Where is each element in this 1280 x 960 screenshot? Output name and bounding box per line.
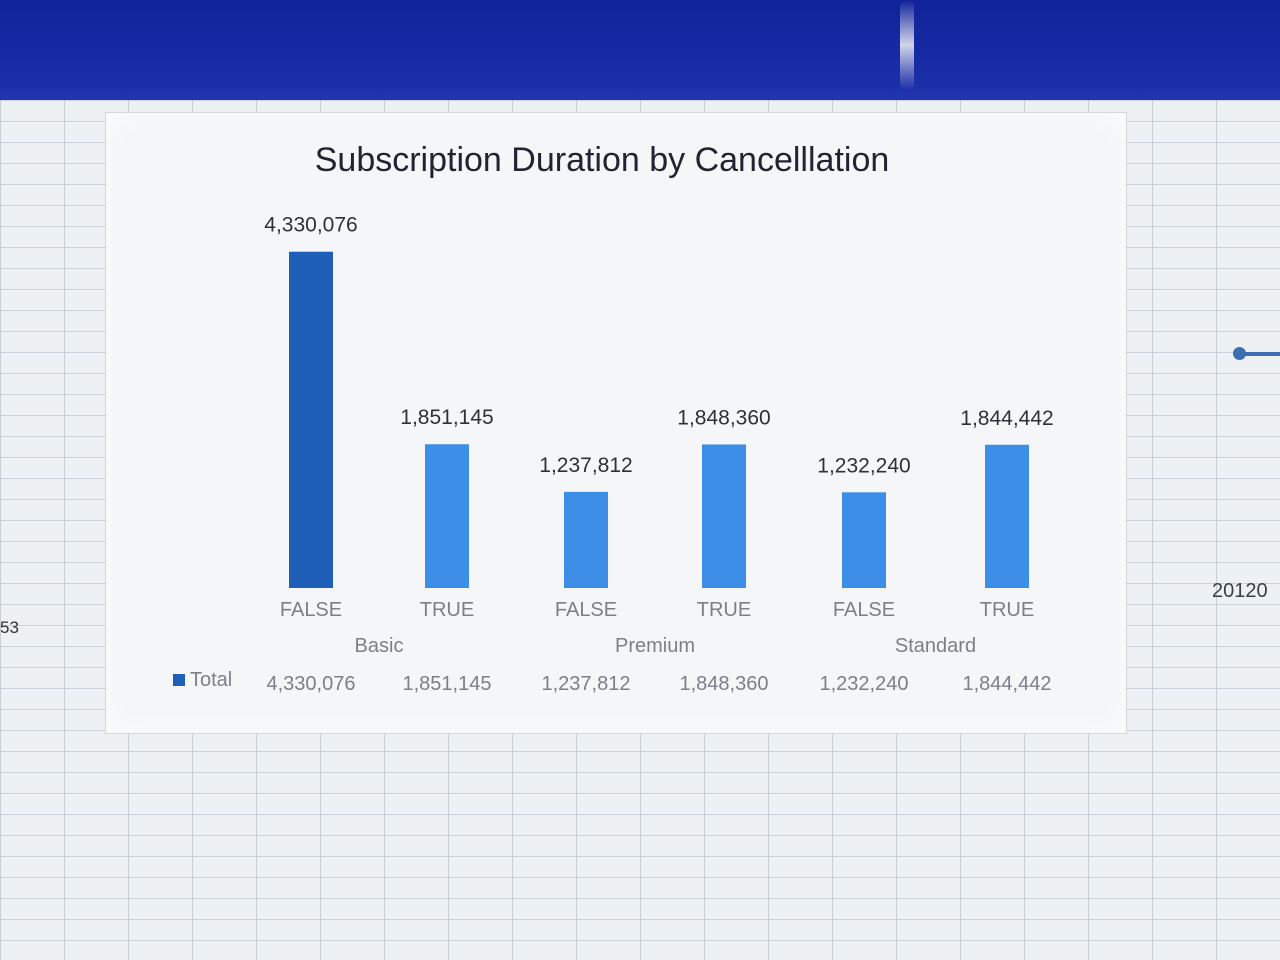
chart-area[interactable]: Subscription Duration by Cancelllation 4… (105, 112, 1127, 734)
bar-0[interactable] (289, 251, 333, 588)
row-number: 53 (0, 618, 19, 637)
legend-key (173, 674, 185, 686)
category-label-5: TRUE (980, 599, 1034, 621)
category-label-1: TRUE (420, 599, 474, 621)
group-labels-group: Basic Premium Standard (355, 635, 977, 657)
bar-chart: Subscription Duration by Cancelllation 4… (173, 141, 1054, 695)
bar-4[interactable] (842, 492, 886, 588)
data-table-value-1: 1,851,145 (403, 673, 492, 695)
data-label-2: 1,237,812 (539, 454, 632, 477)
chart-title: Subscription Duration by Cancelllation (315, 141, 890, 179)
cell-value[interactable]: 20120 (1212, 580, 1268, 603)
category-label-2: FALSE (555, 599, 617, 621)
data-label-0: 4,330,076 (264, 214, 357, 237)
category-label-4: FALSE (833, 599, 895, 621)
data-table-value-5: 1,844,442 (963, 673, 1052, 695)
bar-1[interactable] (425, 444, 469, 588)
bar-2[interactable] (564, 491, 608, 588)
bar-3[interactable] (702, 444, 746, 588)
data-label-1: 1,851,145 (400, 406, 493, 429)
data-label-5: 1,844,442 (960, 407, 1053, 430)
group-label-2: Standard (895, 635, 976, 657)
data-table-value-4: 1,232,240 (820, 673, 909, 695)
adjacent-chart-marker (1233, 347, 1246, 360)
legend-label: Total (190, 669, 232, 691)
category-label-0: FALSE (280, 599, 342, 621)
bar-5[interactable] (985, 444, 1029, 588)
screen-glare (900, 0, 914, 90)
group-label-1: Premium (615, 635, 695, 657)
category-label-3: TRUE (697, 599, 751, 621)
category-labels-group: FALSE TRUE FALSE TRUE FALSE TRUE (280, 599, 1034, 621)
data-label-4: 1,232,240 (817, 454, 910, 477)
data-table-value-3: 1,848,360 (680, 673, 769, 695)
data-table-value-2: 1,237,812 (542, 673, 631, 695)
data-labels-group: 4,330,076 1,851,145 1,237,812 1,848,360 1,23… (264, 214, 1053, 478)
data-table-group: 4,330,076 1,851,145 1,237,812 1,848,360 1,23… (173, 669, 1051, 695)
data-table-value-0: 4,330,076 (267, 673, 356, 695)
data-label-3: 1,848,360 (677, 406, 770, 429)
group-label-0: Basic (355, 635, 404, 657)
